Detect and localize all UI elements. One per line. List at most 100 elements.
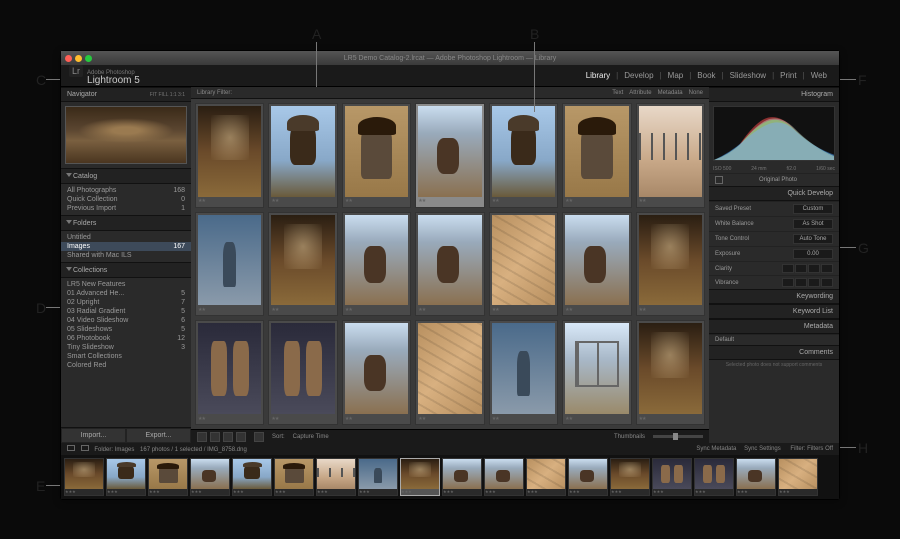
module-library[interactable]: Library (582, 71, 614, 80)
filmstrip-cell[interactable]: ★★★ (190, 458, 230, 496)
filter-tab-text[interactable]: Text (612, 90, 623, 96)
view-mode-icons[interactable] (197, 432, 246, 442)
keywording-header[interactable]: Keywording (709, 289, 839, 304)
rating-stars[interactable]: ★★ (639, 198, 646, 204)
minimize-button[interactable] (75, 55, 82, 62)
rating-stars[interactable]: ★★ (565, 307, 572, 313)
histogram-header[interactable]: Histogram (709, 87, 839, 102)
list-item[interactable]: LR5 New Features (67, 280, 185, 289)
list-item[interactable]: Untitled (67, 233, 185, 242)
monitor-icon[interactable] (67, 445, 75, 451)
filmstrip-strip[interactable]: ★★★★★★★★★★★★★★★★★★★★★★★★★★★★★★★★★★★★★★★★… (61, 455, 839, 499)
comments-header[interactable]: Comments (709, 345, 839, 360)
rating-stars[interactable]: ★★ (345, 416, 352, 422)
module-slideshow[interactable]: Slideshow (726, 71, 770, 80)
grid-cell[interactable]: ★★ (562, 320, 631, 425)
filmstrip-cell[interactable]: ★★★ (316, 458, 356, 496)
keyword-list-header[interactable]: Keyword List (709, 304, 839, 319)
grid-cell[interactable]: ★★ (562, 212, 631, 317)
filter-tab-metadata[interactable]: Metadata (658, 90, 683, 96)
filmstrip-cell[interactable]: ★★★ (148, 458, 188, 496)
quick-develop-header[interactable]: Quick Develop (709, 186, 839, 201)
thumbnail-size-slider[interactable] (653, 435, 703, 438)
sort-value[interactable]: Capture Time (293, 434, 329, 440)
zoom-button[interactable] (85, 55, 92, 62)
loupe-view-icon[interactable] (210, 432, 220, 442)
rating-stars[interactable]: ★★ (492, 416, 499, 422)
close-button[interactable] (65, 55, 72, 62)
rating-stars[interactable]: ★★ (418, 307, 425, 313)
filmstrip-cell[interactable]: ★★★ (778, 458, 818, 496)
filmstrip-cell[interactable]: ★★★ (694, 458, 734, 496)
grid-cell[interactable]: ★★ (342, 212, 411, 317)
rating-stars[interactable]: ★★ (639, 307, 646, 313)
module-develop[interactable]: Develop (620, 71, 657, 80)
filmstrip-cell[interactable]: ★★★ (274, 458, 314, 496)
histogram[interactable] (713, 106, 835, 161)
import-button[interactable]: Import... (61, 428, 126, 443)
filmstrip-cell[interactable]: ★★★ (484, 458, 524, 496)
rating-stars[interactable]: ★★ (198, 416, 205, 422)
rating-stars[interactable]: ★★ (198, 198, 205, 204)
filmstrip-cell[interactable]: ★★★ (610, 458, 650, 496)
module-map[interactable]: Map (664, 71, 688, 80)
qd-value[interactable]: Auto Tone (793, 234, 833, 244)
rating-stars[interactable]: ★★ (418, 416, 425, 422)
grid-cell[interactable]: ★★ (636, 103, 705, 208)
grid-view-icon[interactable] (197, 432, 207, 442)
list-item[interactable]: Tiny Slideshow3 (67, 343, 185, 352)
filmstrip-cell[interactable]: ★★★ (358, 458, 398, 496)
module-web[interactable]: Web (807, 71, 831, 80)
grid-cell[interactable]: ★★ (342, 103, 411, 208)
navigator-header[interactable]: Navigator FIT FILL 1:1 3:1 (61, 87, 191, 102)
navigator-zoom[interactable]: FIT FILL 1:1 3:1 (150, 92, 185, 98)
rating-stars[interactable]: ★★ (492, 307, 499, 313)
metadata-header[interactable]: Metadata (709, 319, 839, 334)
grid-cell[interactable]: ★★ (195, 103, 264, 208)
survey-view-icon[interactable] (236, 432, 246, 442)
grid-cell[interactable]: ★★ (562, 103, 631, 208)
grid-cell[interactable]: ★★ (268, 103, 337, 208)
rating-stars[interactable]: ★★ (418, 198, 425, 204)
grid-cell[interactable]: ★★ (415, 103, 484, 208)
list-item[interactable]: All Photographs168 (67, 186, 185, 195)
rating-stars[interactable]: ★★ (271, 307, 278, 313)
filmstrip-cell[interactable]: ★★★ (652, 458, 692, 496)
grid-cell[interactable]: ★★ (195, 320, 264, 425)
filmstrip-filter-value[interactable]: Filters Off (807, 446, 833, 452)
qd-value[interactable]: As Shot (793, 219, 833, 229)
grid-cell[interactable]: ★★ (268, 212, 337, 317)
folders-header[interactable]: Folders (61, 215, 191, 231)
filmstrip-cell[interactable]: ★★★ (526, 458, 566, 496)
grid-cell[interactable]: ★★ (489, 103, 558, 208)
list-item[interactable]: 06 Photobook12 (67, 334, 185, 343)
filter-tab-none[interactable]: None (689, 90, 703, 96)
compare-view-icon[interactable] (223, 432, 233, 442)
list-item[interactable]: 01 Advanced He...5 (67, 289, 185, 298)
filmstrip-source[interactable]: Folder: Images (94, 447, 134, 453)
rating-stars[interactable]: ★★ (345, 198, 352, 204)
filmstrip-cell[interactable]: ★★★ (442, 458, 482, 496)
rating-stars[interactable]: ★★ (565, 416, 572, 422)
qd-value[interactable]: Custom (793, 204, 833, 214)
grid-cell[interactable]: ★★ (636, 320, 705, 425)
list-item[interactable]: Shared with Mac ILS (67, 251, 185, 260)
grid-cell[interactable]: ★★ (268, 320, 337, 425)
rating-stars[interactable]: ★★ (565, 198, 572, 204)
painter-icon[interactable] (254, 432, 264, 442)
rating-stars[interactable]: ★★ (345, 307, 352, 313)
list-item[interactable]: Images167 (61, 242, 191, 251)
grid-cell[interactable]: ★★ (195, 212, 264, 317)
rating-stars[interactable]: ★★ (639, 416, 646, 422)
filmstrip-cell[interactable]: ★★★ (64, 458, 104, 496)
flag-icons[interactable] (254, 432, 264, 442)
filmstrip-cell[interactable]: ★★★ (232, 458, 272, 496)
thumbnail-grid[interactable]: ★★ ★★ ★★ ★★ ★★ ★★ ★★ ★★ ★★ ★★ ★★ ★★ ★★ ★★ ★★ ★★ ★★ ★★ ★★ ★★… (191, 99, 709, 429)
list-item[interactable]: 05 Slideshows5 (67, 325, 185, 334)
filmstrip-cell[interactable]: ★★★ (106, 458, 146, 496)
export-button[interactable]: Export... (126, 428, 191, 443)
grid-cell[interactable]: ★★ (415, 320, 484, 425)
list-item[interactable]: Previous Import1 (67, 204, 185, 213)
rating-stars[interactable]: ★★ (198, 307, 205, 313)
secondary-monitor-icon[interactable] (81, 445, 89, 451)
